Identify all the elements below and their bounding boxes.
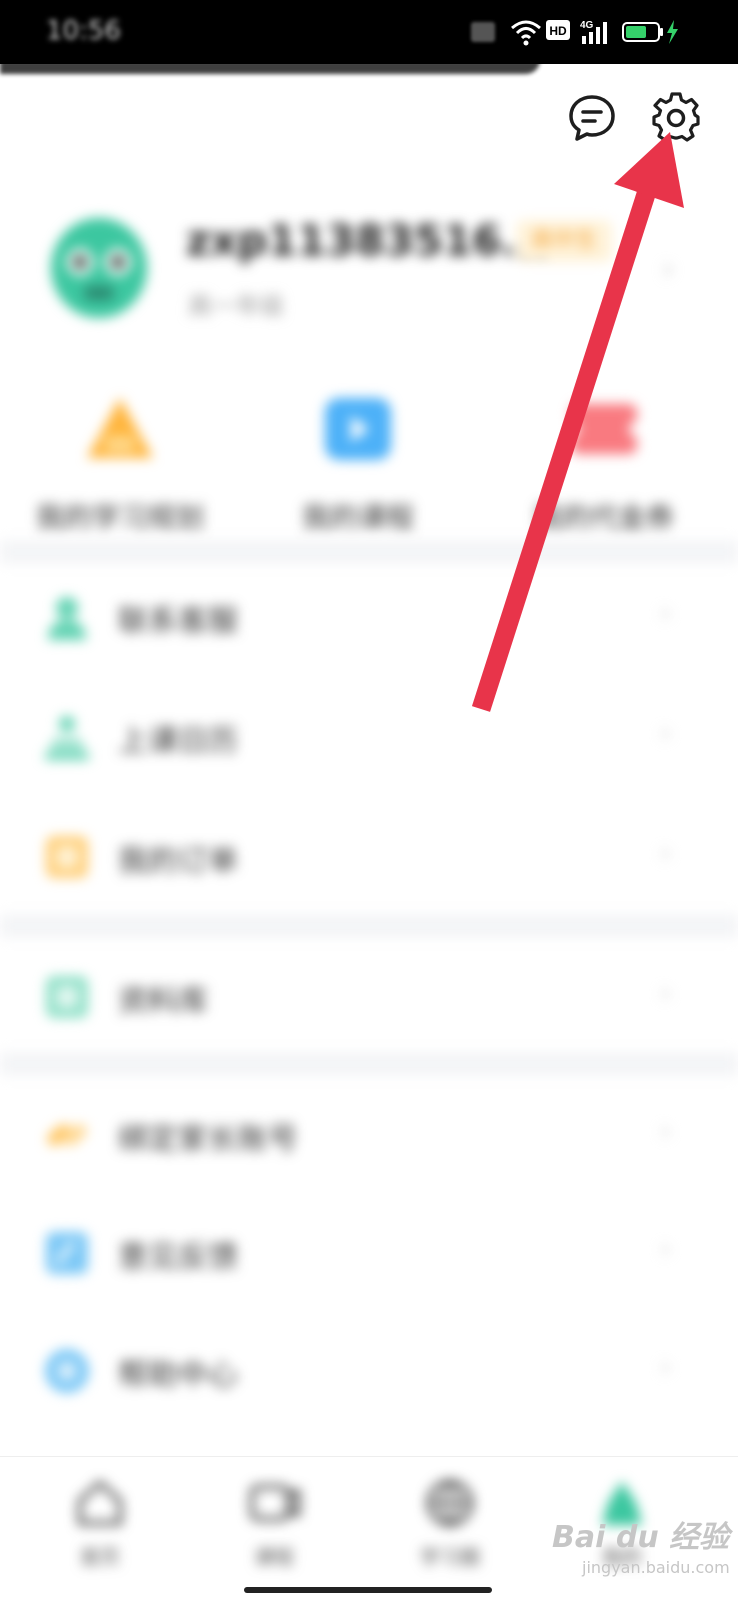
customer-service-icon [48, 597, 86, 640]
watermark-logo-text: Bai du 经验 [552, 1520, 730, 1555]
study-plan-icon [87, 398, 153, 458]
nav-community[interactable]: 学习圈 [390, 1477, 510, 1570]
home-indicator [244, 1587, 492, 1593]
menu-item-orders[interactable]: 我的订单 › [0, 796, 738, 914]
chevron-right-icon: › [660, 1114, 672, 1147]
quick-action-coupon[interactable]: 我的代金券 [504, 392, 704, 536]
username: zxp11383516... [186, 216, 550, 265]
chevron-right-icon: › [660, 596, 672, 629]
chevron-right-icon: › [660, 836, 672, 869]
nav-label: 学习圈 [420, 1545, 480, 1569]
watermark-url: jingyan.baidu.com [582, 1558, 730, 1577]
hd-label: HD [549, 24, 567, 38]
chevron-right-icon: › [660, 976, 672, 1009]
menu-item-library[interactable]: 资料库 › [0, 936, 738, 1054]
menu-item-label: 上课日历 [118, 724, 238, 759]
menu-item-label: 意见反馈 [118, 1240, 238, 1275]
quick-action-label: 我的课程 [301, 501, 414, 534]
menu-item-label: 帮助中心 [118, 1358, 238, 1393]
battery-charging-icon [622, 20, 678, 44]
chevron-right-icon: › [660, 716, 672, 749]
header-shadow [0, 60, 540, 74]
message-icon[interactable] [566, 92, 618, 144]
nav-label: 首页 [80, 1545, 120, 1569]
feedback-icon [46, 1232, 88, 1274]
menu-item-calendar[interactable]: 上课日历 › [0, 676, 738, 794]
section-divider [0, 914, 738, 938]
net-label: 4G [580, 20, 594, 31]
menu-item-label: 资料库 [118, 984, 208, 1019]
menu-item-label: 我的订单 [118, 844, 238, 879]
status-time: 10:56 [46, 16, 121, 46]
quick-action-label: 我的学习规划 [35, 501, 204, 534]
menu-item-bind-parent[interactable]: 绑定家长账号 › [0, 1074, 738, 1192]
link-icon [47, 1124, 87, 1146]
nav-course[interactable]: 课程 [214, 1477, 334, 1570]
chevron-right-icon: › [662, 252, 674, 287]
menu-item-help-center[interactable]: 帮助中心 › [0, 1310, 738, 1428]
coupon-icon [563, 404, 645, 454]
chevron-right-icon: › [660, 1232, 672, 1265]
section-divider [0, 1052, 738, 1076]
community-icon [427, 1480, 473, 1526]
sim-icon [471, 22, 495, 42]
signal-4g-icon: 4G [580, 20, 607, 44]
grade-badge: 高中生 [516, 220, 612, 262]
course-icon [250, 1485, 300, 1521]
home-icon [78, 1481, 122, 1525]
quick-action-label: 我的代金券 [533, 501, 674, 534]
profile-subtitle: 高一年级 [188, 292, 284, 320]
hd-icon: HD [546, 20, 570, 40]
watermark: Bai du 经验 jingyan.baidu.com [552, 1512, 730, 1582]
nav-label: 课程 [254, 1545, 294, 1569]
calendar-icon [44, 716, 90, 760]
gear-icon[interactable] [650, 92, 702, 144]
status-bar: 10:56 HD 4G [0, 0, 738, 64]
quick-action-course[interactable]: 我的课程 [258, 392, 458, 536]
nav-home[interactable]: 首页 [40, 1477, 160, 1570]
menu-item-label: 绑定家长账号 [118, 1122, 298, 1157]
help-icon [45, 1349, 89, 1393]
order-icon [46, 836, 88, 878]
chevron-right-icon: › [660, 1350, 672, 1383]
quick-action-study-plan[interactable]: 我的学习规划 [20, 392, 220, 536]
menu-item-customer-service[interactable]: 联系客服 › [0, 556, 738, 674]
menu-item-feedback[interactable]: 意见反馈 › [0, 1192, 738, 1310]
course-play-icon [325, 398, 391, 460]
menu-item-label: 联系客服 [118, 604, 238, 639]
avatar[interactable] [46, 212, 152, 322]
wifi-icon [511, 20, 541, 46]
library-icon [46, 976, 88, 1018]
